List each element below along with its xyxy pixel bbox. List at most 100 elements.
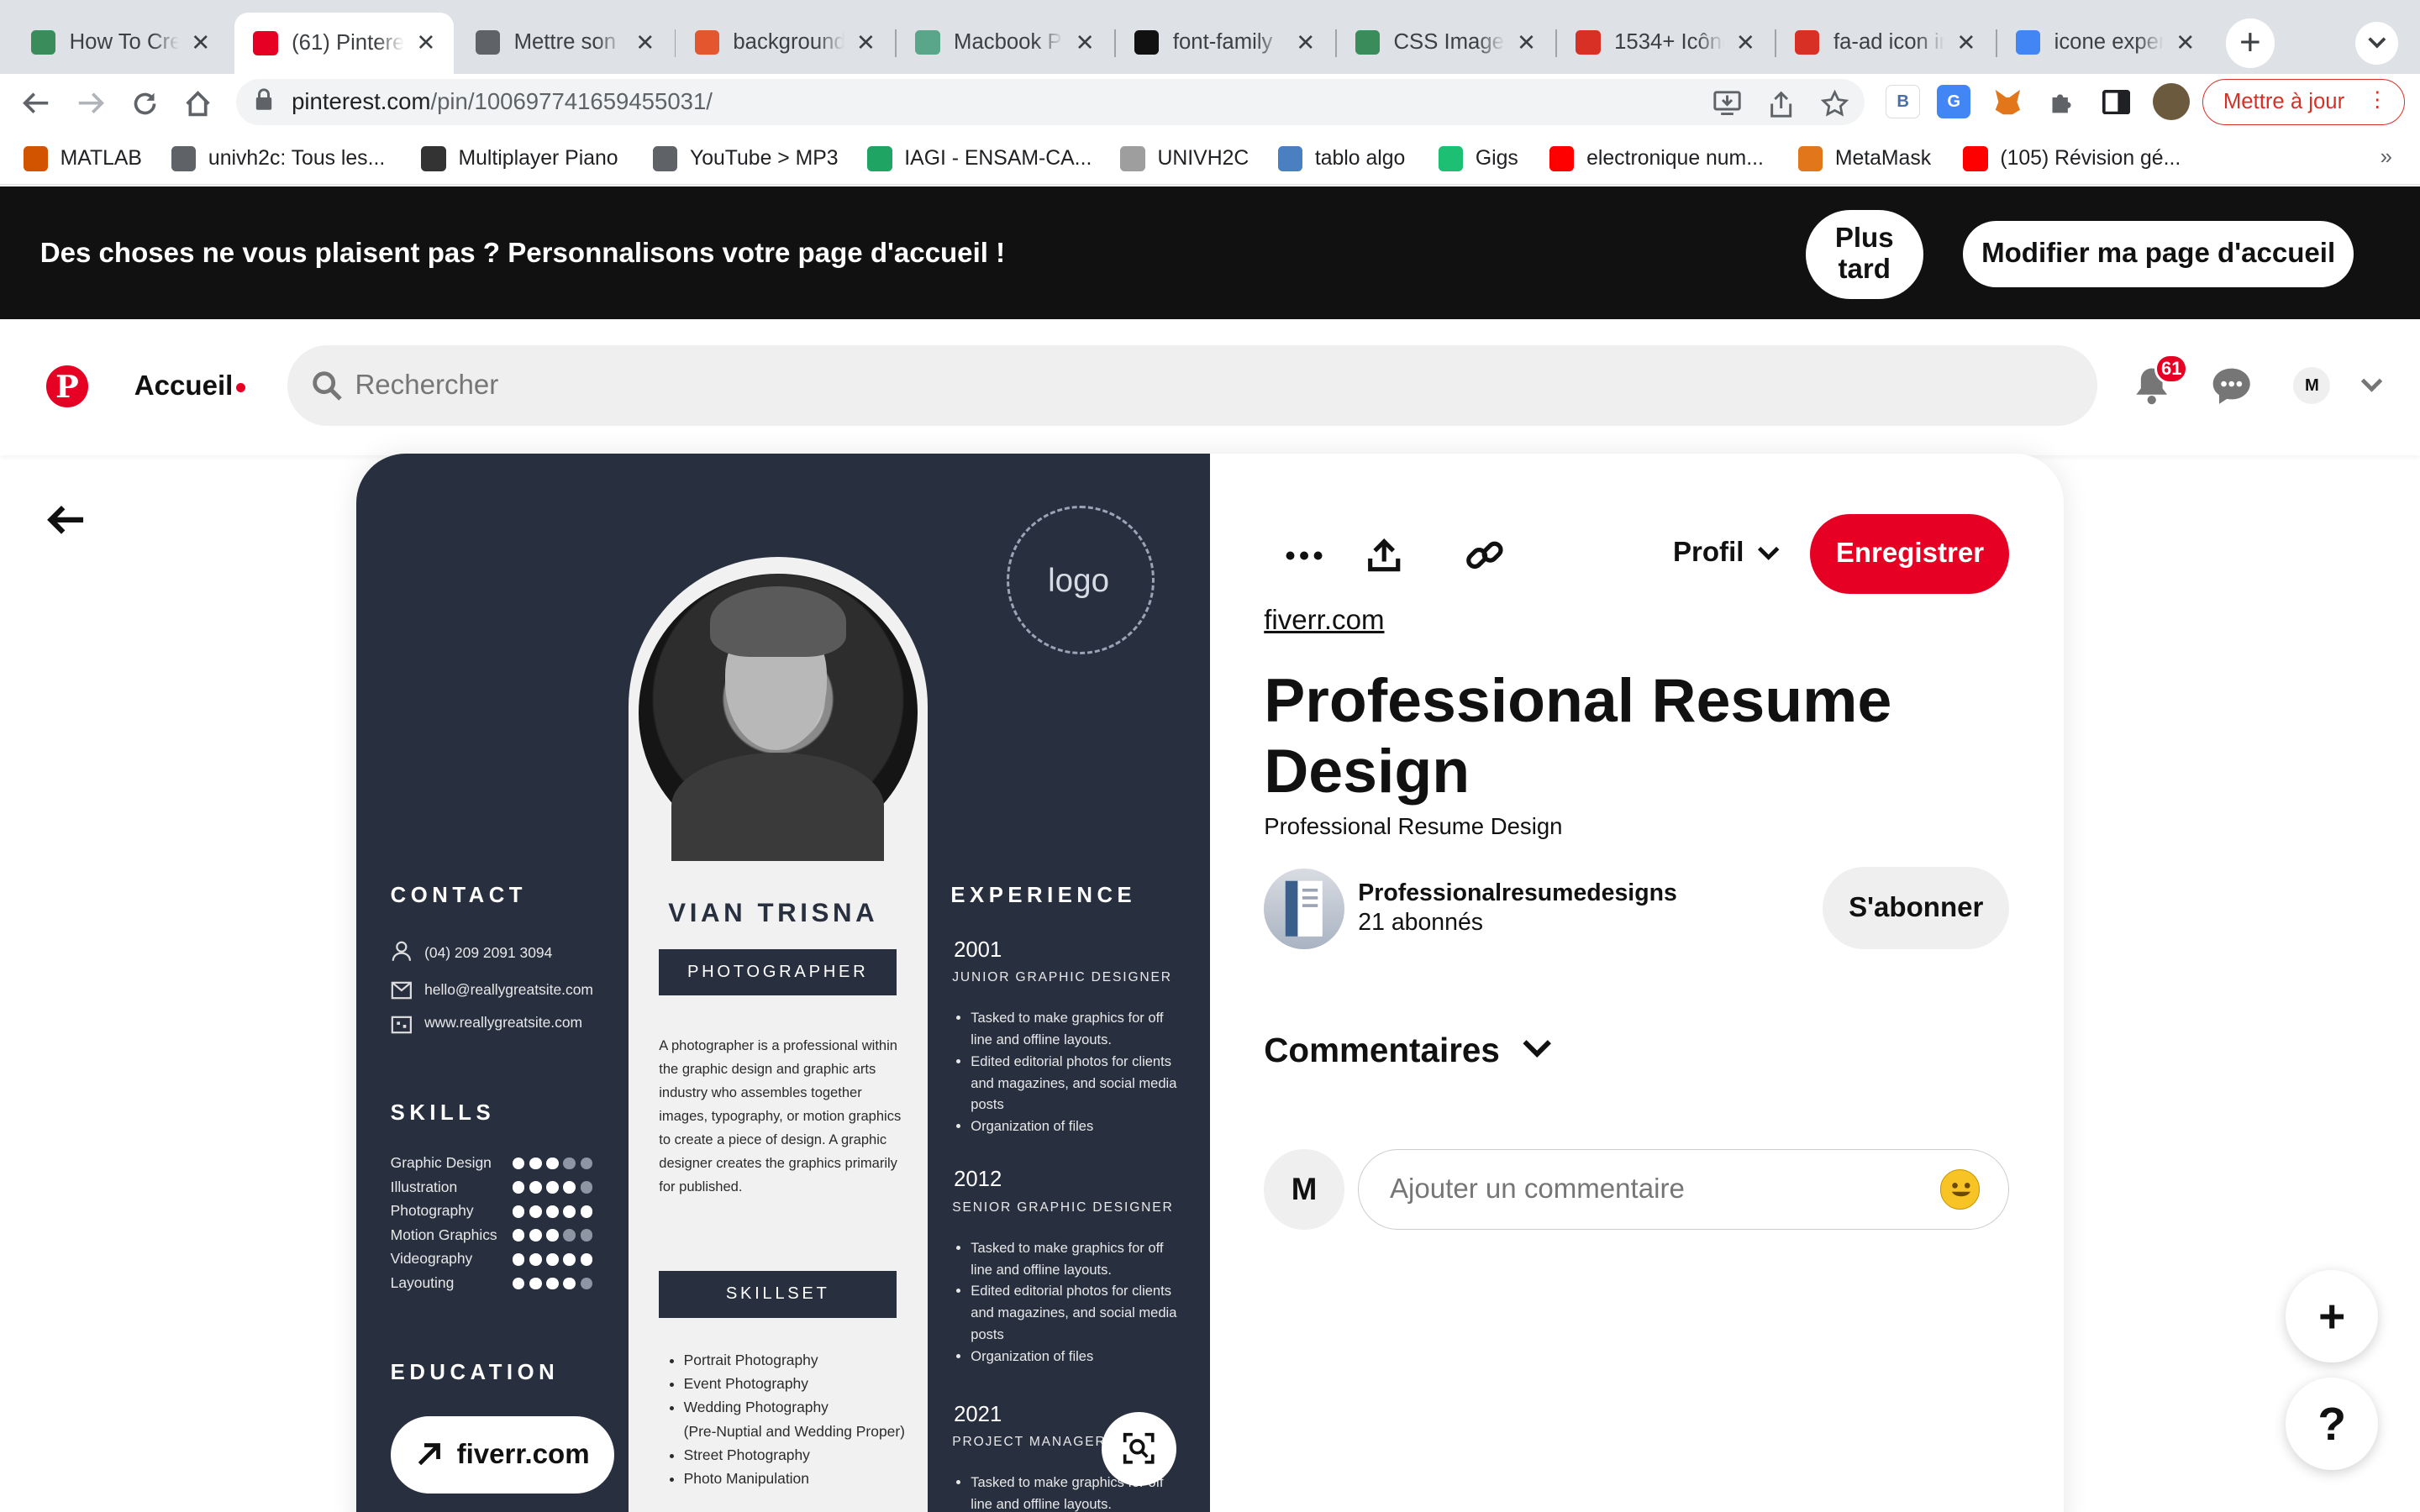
bookmark-item[interactable]: tablo algo xyxy=(1277,145,1405,173)
resume-contact-title: CONTACT xyxy=(390,884,527,908)
browser-tab[interactable]: fa-ad icon in ✕ xyxy=(1776,15,1994,69)
address-bar[interactable]: pinterest.com/pin/100697741659455031/ xyxy=(236,78,1865,125)
install-app-icon[interactable] xyxy=(1712,88,1743,119)
m-icon xyxy=(1134,29,1160,55)
visual-search-button[interactable] xyxy=(1102,1411,1176,1486)
creator-avatar[interactable] xyxy=(1264,869,1344,949)
search-input[interactable]: Rechercher xyxy=(287,345,2098,426)
bookmark-label: univh2c: Tous les... xyxy=(208,147,386,171)
close-tab-icon[interactable]: ✕ xyxy=(188,29,213,56)
skill-dot xyxy=(512,1181,525,1194)
new-tab-button[interactable]: + xyxy=(2225,18,2275,68)
close-tab-icon[interactable]: ✕ xyxy=(1733,29,1758,56)
bookmark-item[interactable]: MATLAB xyxy=(23,145,142,173)
board-select-dropdown[interactable]: Profil xyxy=(1673,537,1781,569)
save-pin-button[interactable]: Enregistrer xyxy=(1810,513,2010,595)
modify-home-button[interactable]: Modifier ma page d'accueil xyxy=(1963,220,2354,287)
resume-skillset-item: Event Photography xyxy=(684,1372,905,1395)
bookmark-item[interactable]: UNIVH2C xyxy=(1120,145,1249,173)
skill-dot xyxy=(512,1277,525,1290)
tab-title: fa-ad icon in xyxy=(1833,30,1945,54)
home-button[interactable] xyxy=(177,83,218,123)
resume-skillset-item: Portrait Photography xyxy=(684,1348,905,1372)
comments-toggle[interactable]: Commentaires xyxy=(1264,1031,1500,1070)
resume-skill-name: Videography xyxy=(390,1250,473,1268)
close-tab-icon[interactable]: ✕ xyxy=(854,29,878,56)
folder-icon xyxy=(1277,146,1303,171)
tab-search-button[interactable] xyxy=(2354,21,2399,66)
emoji-picker-icon[interactable] xyxy=(1939,1169,1981,1210)
copy-link-button[interactable] xyxy=(1450,522,1518,590)
browser-tab[interactable]: icone experience ✕ xyxy=(1997,15,2213,69)
resume-experience-role: SENIOR GRAPHIC DESIGNER xyxy=(952,1200,1174,1215)
close-tab-icon[interactable]: ✕ xyxy=(1514,29,1539,56)
follow-button[interactable]: S'abonner xyxy=(1823,867,2010,949)
messages-icon[interactable] xyxy=(2210,365,2253,406)
bookmark-item[interactable]: IAGI - ENSAM-CA... xyxy=(867,145,1092,173)
lens-search-icon xyxy=(1123,1433,1155,1465)
code-icon xyxy=(475,29,501,55)
bookmarks-overflow-button[interactable]: » xyxy=(2381,145,2392,170)
resume-skill-level xyxy=(512,1181,593,1194)
close-tab-icon[interactable]: ✕ xyxy=(1073,29,1097,56)
share-icon[interactable] xyxy=(1765,88,1797,119)
skill-dot xyxy=(546,1277,559,1290)
google-translate-icon[interactable]: G xyxy=(1937,85,1971,119)
browser-tab[interactable]: font-family ✕ xyxy=(1116,15,1334,69)
share-button[interactable] xyxy=(1350,522,1418,590)
side-panel-icon[interactable] xyxy=(2098,85,2133,119)
bookmark-item[interactable]: Multiplayer Piano xyxy=(421,145,618,173)
bookmark-item[interactable]: MetaMask xyxy=(1797,145,1931,173)
later-button[interactable]: Plus tard xyxy=(1805,209,1923,300)
back-arrow-icon[interactable] xyxy=(46,500,87,540)
bookmark-item[interactable]: univh2c: Tous les... xyxy=(171,145,385,173)
create-fab-button[interactable]: + xyxy=(2286,1269,2379,1362)
browser-tab[interactable]: background ✕ xyxy=(676,15,893,69)
close-tab-icon[interactable]: ✕ xyxy=(1293,29,1318,56)
arrow-left-icon xyxy=(22,92,48,114)
browser-tab[interactable]: Macbook Pro ✕ xyxy=(897,15,1113,69)
extension-b-icon[interactable]: B xyxy=(1886,85,1920,119)
source-link[interactable]: fiverr.com xyxy=(1264,605,1384,637)
browser-tab[interactable]: 1534+ Icône ✕ xyxy=(1557,15,1773,69)
browser-tab[interactable]: (61) Pinterest ✕ xyxy=(234,12,454,75)
visit-source-chip[interactable]: fiverr.com xyxy=(390,1416,614,1494)
reload-button[interactable] xyxy=(125,83,166,123)
browser-tab[interactable]: How To Create ✕ xyxy=(13,15,229,69)
comment-input[interactable]: Ajouter un commentaire xyxy=(1358,1149,2010,1230)
upload-share-icon xyxy=(1368,538,1401,572)
globe-icon xyxy=(652,146,678,171)
forward-nav-button[interactable] xyxy=(71,83,111,123)
account-menu-chevron-icon[interactable] xyxy=(2358,373,2386,395)
skill-dot xyxy=(580,1253,593,1266)
back-nav-button[interactable] xyxy=(15,83,55,123)
close-tab-icon[interactable]: ✕ xyxy=(413,29,438,56)
creator-name[interactable]: Professionalresumedesigns xyxy=(1358,879,1677,907)
reload-icon xyxy=(134,92,156,114)
resume-contact-email: hello@reallygreatsite.com xyxy=(424,981,593,999)
bookmark-item[interactable]: YouTube > MP3 xyxy=(652,145,839,173)
resume-experience-title: EXPERIENCE xyxy=(950,884,1137,908)
bookmark-item[interactable]: (105) Révision gé... xyxy=(1963,145,2181,173)
skill-dot xyxy=(563,1253,576,1266)
close-tab-icon[interactable]: ✕ xyxy=(1954,29,1978,56)
chevron-down-icon[interactable] xyxy=(1520,1034,1554,1062)
browser-tab[interactable]: CSS Image ✕ xyxy=(1337,15,1555,69)
bookmark-item[interactable]: electronique num... xyxy=(1549,145,1764,173)
update-chrome-button[interactable]: Mettre à jour ⋮ xyxy=(2202,78,2405,125)
bookmark-star-icon[interactable] xyxy=(1819,88,1850,119)
metamask-extension-icon[interactable] xyxy=(1991,85,2025,119)
home-link[interactable]: Accueil xyxy=(134,370,234,402)
help-fab-button[interactable]: ? xyxy=(2286,1378,2379,1471)
pinterest-logo-icon[interactable]: P xyxy=(46,365,88,407)
pin-title: Professional Resume Design xyxy=(1264,664,1892,806)
resume-skills-title: SKILLS xyxy=(390,1101,496,1126)
bookmark-item[interactable]: Gigs xyxy=(1438,145,1518,173)
extensions-puzzle-icon[interactable] xyxy=(2044,85,2080,119)
visit-source-label: fiverr.com xyxy=(456,1438,590,1470)
skill-dot xyxy=(580,1277,593,1290)
close-tab-icon[interactable]: ✕ xyxy=(2173,29,2197,56)
close-tab-icon[interactable]: ✕ xyxy=(633,29,657,56)
more-options-button[interactable] xyxy=(1270,522,1339,590)
browser-tab[interactable]: Mettre son ✕ xyxy=(457,15,673,69)
